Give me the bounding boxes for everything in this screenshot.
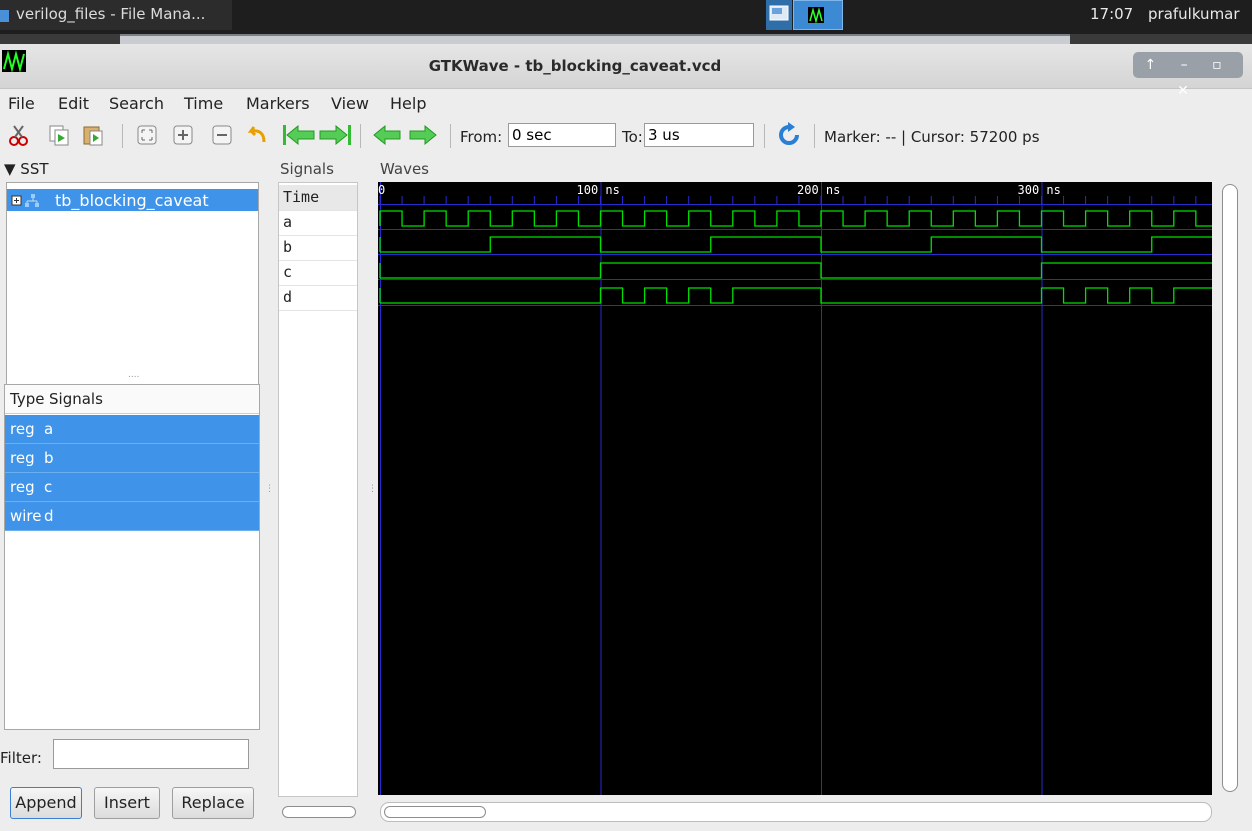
gtkwave-app-icon [808, 7, 824, 24]
user-name[interactable]: prafulkumar [1148, 0, 1240, 28]
signal-label-d[interactable]: d [279, 285, 357, 311]
append-button[interactable]: Append [10, 787, 82, 819]
next-edge-icon[interactable] [408, 124, 438, 146]
signal-name: c [44, 478, 53, 496]
signal-name: d [44, 507, 54, 525]
signal-row[interactable]: reg b [5, 444, 259, 473]
pane-grip[interactable]: .... [128, 370, 139, 380]
signal-type: reg [10, 449, 35, 467]
reload-icon[interactable] [776, 122, 802, 148]
cut-icon[interactable] [8, 124, 30, 146]
toolbar-separator [814, 124, 815, 148]
time-label: 0 [378, 183, 385, 197]
pane-grip[interactable]: ⋮ [368, 484, 377, 494]
time-label: 200 ns [797, 183, 840, 197]
signal-type: reg [10, 478, 35, 496]
toolbar-separator [122, 124, 123, 148]
trace-b [380, 236, 1218, 253]
window-controls[interactable]: ↑ – ▫ ✕ [1133, 52, 1243, 99]
signal-row[interactable]: reg c [5, 473, 259, 502]
menu-help[interactable]: Help [390, 94, 426, 113]
menu-bar: File Edit Search Time Markers View Help [0, 88, 1252, 120]
time-label: 100 ns [577, 183, 620, 197]
taskbar-window-label: verilog_files - File Mana... [16, 5, 206, 23]
pane-grip[interactable]: ⋮ [265, 484, 274, 494]
expand-tree-icon[interactable] [11, 194, 41, 208]
window-title: GTKWave - tb_blocking_caveat.vcd [428, 57, 722, 75]
signals-hscrollbar[interactable] [282, 806, 356, 818]
signal-row[interactable]: wire d [5, 502, 259, 531]
signal-name: b [44, 449, 54, 467]
signal-label-c[interactable]: c [279, 260, 357, 286]
marker-cursor-readout: Marker: -- | Cursor: 57200 ps [824, 128, 1040, 146]
taskbar-window-item[interactable]: verilog_files - File Mana... [0, 0, 232, 30]
toolbar-separator [360, 124, 361, 148]
column-type-header[interactable]: Type [10, 390, 44, 408]
signal-label-b[interactable]: b [279, 235, 357, 261]
waveform-canvas[interactable]: 0 100 ns 200 ns 300 ns [378, 182, 1219, 795]
signal-type-list: Type Signals reg a reg b reg c wire d [4, 384, 260, 730]
prev-edge-icon[interactable] [372, 124, 402, 146]
replace-button[interactable]: Replace [172, 787, 254, 819]
waveform-view[interactable]: 0 100 ns 200 ns 300 ns [378, 182, 1219, 795]
undo-zoom-icon[interactable] [246, 124, 268, 146]
background-window-edge [120, 34, 1070, 44]
menu-time[interactable]: Time [184, 94, 223, 113]
zoom-start-icon[interactable] [282, 124, 316, 146]
zoom-in-icon[interactable] [172, 124, 194, 146]
clock: 17:07 [1090, 5, 1134, 23]
workspace-1-button[interactable] [766, 0, 792, 30]
waves-pane-header: Waves [380, 160, 429, 178]
signal-row[interactable]: reg a [5, 415, 259, 444]
signals-pane[interactable]: Time a b c d [278, 182, 358, 797]
signal-list-header: Type Signals [5, 385, 259, 414]
waves-vscrollbar[interactable] [1222, 184, 1238, 792]
signal-name: a [44, 420, 54, 438]
time-label: 300 ns [1018, 183, 1061, 197]
column-signals-header[interactable]: Signals [49, 390, 103, 408]
workspace-2-button[interactable] [793, 0, 843, 30]
paste-icon[interactable] [82, 124, 104, 146]
to-label: To: [622, 128, 643, 146]
waves-hscroll-track[interactable] [380, 802, 1212, 822]
taskbar: verilog_files - File Mana... 17:07 prafu… [0, 0, 1252, 34]
filter-input[interactable] [53, 739, 249, 769]
signal-type: wire [10, 507, 42, 525]
menu-search[interactable]: Search [109, 94, 164, 113]
menu-view[interactable]: View [331, 94, 369, 113]
trace-d [380, 287, 1218, 304]
window-icon [0, 10, 9, 22]
toolbar-separator [450, 124, 451, 148]
toolbar: From: To: Marker: -- | Cursor: 57200 ps [0, 118, 1252, 154]
menu-markers[interactable]: Markers [246, 94, 310, 113]
zoom-end-icon[interactable] [318, 124, 352, 146]
zoom-out-icon[interactable] [211, 124, 233, 146]
insert-button[interactable]: Insert [94, 787, 160, 819]
menu-edit[interactable]: Edit [58, 94, 89, 113]
zoom-fit-icon[interactable] [136, 124, 158, 146]
title-bar[interactable]: GTKWave - tb_blocking_caveat.vcd ↑ – ▫ ✕ [0, 44, 1252, 99]
toolbar-separator [764, 124, 765, 148]
waves-hscroll-thumb[interactable] [384, 806, 486, 818]
menu-file[interactable]: File [8, 94, 35, 113]
signals-pane-header: Signals [280, 160, 334, 178]
trace-c [380, 262, 1218, 279]
from-time-input[interactable] [508, 123, 616, 147]
sst-tree-item-label: tb_blocking_caveat [55, 191, 209, 210]
from-label: From: [460, 128, 503, 146]
copy-icon[interactable] [48, 124, 70, 146]
signal-label-a[interactable]: a [279, 210, 357, 236]
filter-label: Filter: [0, 749, 42, 767]
to-time-input[interactable] [644, 123, 754, 147]
signal-type: reg [10, 420, 35, 438]
gtkwave-window: GTKWave - tb_blocking_caveat.vcd ↑ – ▫ ✕… [0, 44, 1252, 831]
trace-a [379, 210, 1218, 227]
signal-label-time[interactable]: Time [279, 185, 357, 211]
sst-header[interactable]: ▼ SST [4, 160, 49, 178]
sst-tree-item[interactable]: tb_blocking_caveat [7, 189, 258, 211]
